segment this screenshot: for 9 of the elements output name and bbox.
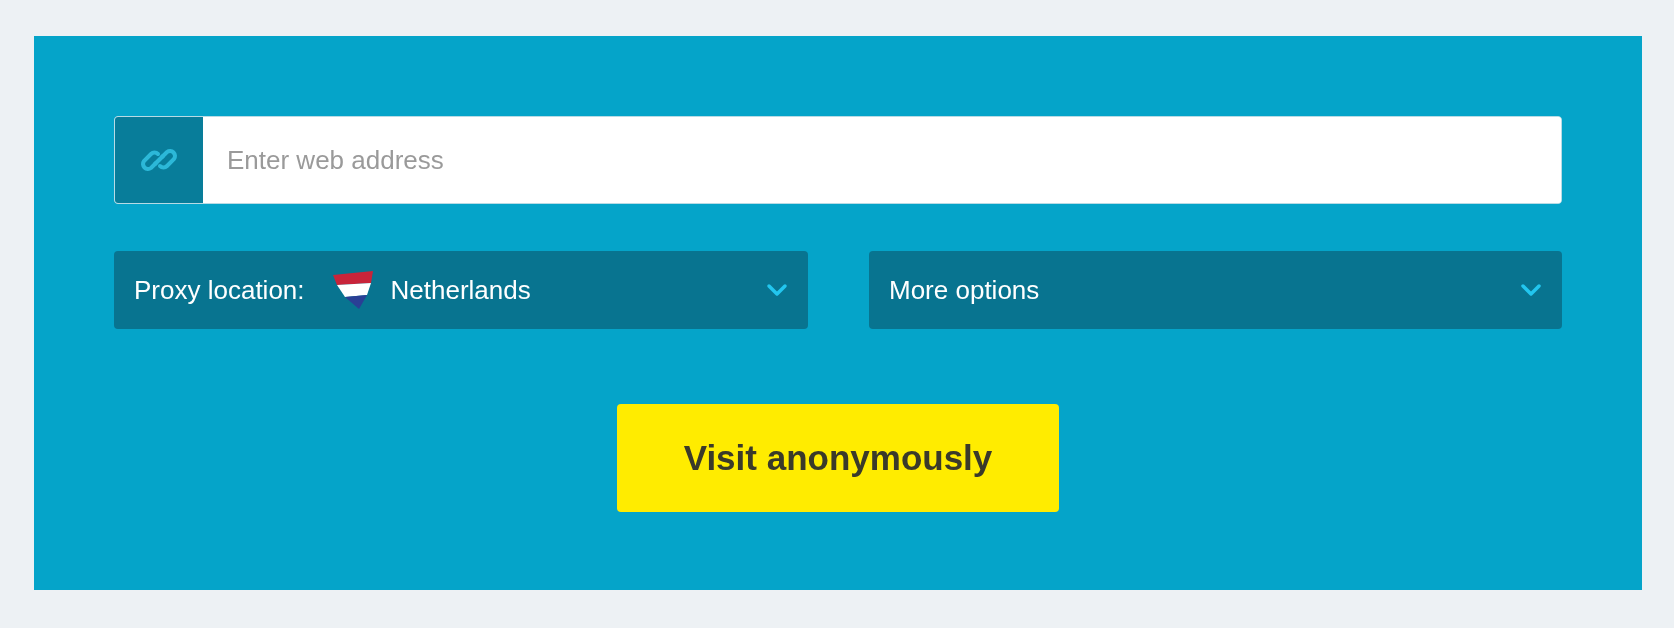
url-field[interactable]: Enter web address	[114, 116, 1562, 204]
visit-anonymously-button[interactable]: Visit anonymously	[617, 404, 1059, 512]
more-options-dropdown[interactable]: More options	[869, 251, 1562, 329]
proxy-location-value: Netherlands	[390, 273, 531, 307]
proxy-location-dropdown[interactable]: Proxy location: Netherlands	[114, 251, 808, 329]
chevron-down-icon	[1520, 283, 1542, 297]
chevron-down-icon	[766, 283, 788, 297]
proxy-location-label: Proxy location:	[134, 273, 305, 307]
more-options-label: More options	[889, 273, 1040, 307]
